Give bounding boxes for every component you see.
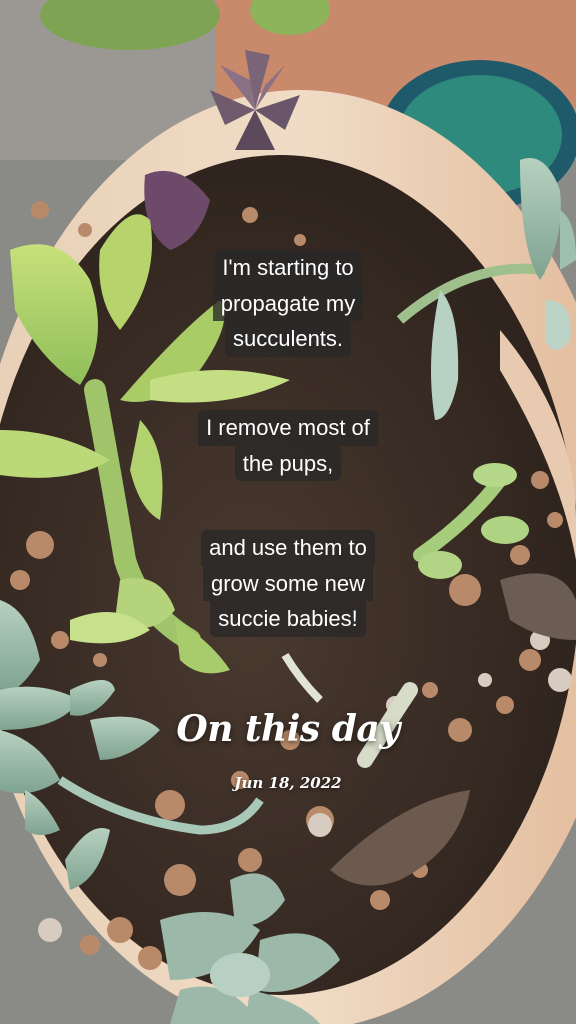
caption-line: propagate my	[212, 285, 364, 321]
caption-line: succulents.	[224, 321, 352, 357]
caption-block-3: and use them to grow some new succie bab…	[0, 530, 576, 637]
caption-line: I remove most of	[198, 410, 378, 446]
memory-title: On this day	[176, 708, 400, 750]
caption-line: and use them to	[201, 530, 375, 566]
caption-block-1: I'm starting to propagate my succulents.	[0, 250, 576, 357]
caption-line: I'm starting to	[214, 250, 362, 286]
caption-line: succie babies!	[210, 601, 366, 637]
memory-date: Jun 18, 2022	[234, 774, 342, 792]
caption-line: the pups,	[234, 445, 342, 481]
caption-block-2: I remove most of the pups,	[0, 410, 576, 481]
succulent-pot-photo	[0, 0, 576, 1024]
caption-line: grow some new	[202, 565, 374, 601]
